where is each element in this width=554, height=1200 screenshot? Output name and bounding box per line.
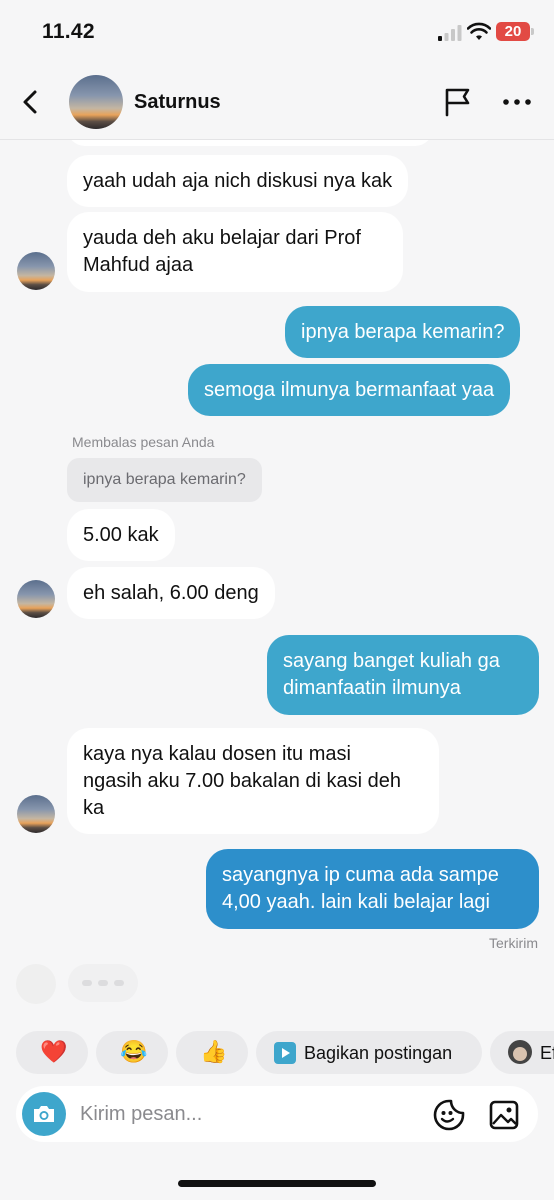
message-text: eh salah, 6.00 deng xyxy=(83,582,259,604)
back-arrow-icon[interactable] xyxy=(14,84,46,120)
contact-avatar-small[interactable] xyxy=(17,795,55,833)
message-incoming[interactable]: eh salah, 6.00 deng xyxy=(67,567,275,619)
message-status: Terkirim xyxy=(489,935,538,951)
heart-icon: ❤️ xyxy=(40,1039,68,1064)
battery-indicator: 20 xyxy=(496,22,530,41)
flag-icon[interactable] xyxy=(442,86,474,118)
message-outgoing[interactable]: ipnya berapa kemarin? xyxy=(285,306,521,358)
quick-reactions-bar[interactable]: ❤️ 😂 👍 Bagikan postingan Ef xyxy=(0,1030,554,1076)
message-text: kaya nya kalau dosen itu masi xyxy=(83,743,351,765)
message-text: ipnya berapa kemarin? xyxy=(301,321,505,343)
chat-header: Saturnus xyxy=(0,64,554,140)
gallery-icon[interactable] xyxy=(488,1099,520,1131)
share-post-button[interactable]: Bagikan postingan xyxy=(256,1031,482,1074)
contact-avatar-small[interactable] xyxy=(17,580,55,618)
message-composer xyxy=(16,1086,538,1142)
message-incoming[interactable]: kaya nya kalau dosen itu masi ngasih aku… xyxy=(67,728,439,834)
effects-label: Ef xyxy=(540,1043,554,1063)
reaction-heart-button[interactable]: ❤️ xyxy=(16,1031,88,1074)
play-icon xyxy=(274,1042,296,1064)
message-text: 5.00 kak xyxy=(83,524,159,546)
message-text: yaah udah aja nich diskusi nya kak xyxy=(83,170,393,192)
reply-label: Membalas pesan Anda xyxy=(72,434,215,450)
typing-indicator xyxy=(68,964,138,1002)
sticker-icon[interactable] xyxy=(432,1098,466,1132)
reply-quote[interactable]: ipnya berapa kemarin? xyxy=(67,458,262,502)
contact-name[interactable]: Saturnus xyxy=(134,91,221,114)
reaction-laugh-button[interactable]: 😂 xyxy=(96,1031,168,1074)
thumbs-up-icon: 👍 xyxy=(200,1039,228,1064)
effects-button[interactable]: Ef xyxy=(490,1031,554,1074)
message-incoming[interactable]: yauda deh aku belajar dari Prof Mahfud a… xyxy=(67,212,403,292)
message-incoming[interactable]: yaah udah aja nich diskusi nya kak xyxy=(67,155,409,207)
message-incoming[interactable]: 5.00 kak xyxy=(67,509,175,561)
share-post-label: Bagikan postingan xyxy=(304,1043,453,1063)
message-text: semoga ilmunya bermanfaat yaa xyxy=(204,379,495,401)
wifi-icon xyxy=(467,22,491,40)
message-text: sayang banget kuliah ga xyxy=(283,650,500,672)
contact-avatar-small[interactable] xyxy=(17,252,55,290)
status-bar: 11.42 20 xyxy=(0,0,554,64)
camera-button[interactable] xyxy=(22,1092,66,1136)
message-outgoing[interactable]: sayang banget kuliah ga dimanfaatin ilmu… xyxy=(267,635,539,715)
message-outgoing[interactable]: semoga ilmunya bermanfaat yaa xyxy=(188,364,511,416)
reaction-thumbs-up-button[interactable]: 👍 xyxy=(176,1031,248,1074)
message-text: yauda deh aku belajar dari Prof xyxy=(83,227,361,249)
more-options-icon[interactable] xyxy=(500,88,534,116)
home-indicator xyxy=(178,1180,376,1187)
message-outgoing[interactable]: sayangnya ip cuma ada sampe 4,00 yaah. l… xyxy=(206,849,539,929)
laughing-face-icon: 😂 xyxy=(120,1039,148,1064)
message-text: dimanfaatin ilmunya xyxy=(283,677,461,699)
contact-avatar[interactable] xyxy=(69,75,123,129)
message-input[interactable] xyxy=(80,1100,410,1128)
message-bubble-cutoff xyxy=(67,140,433,146)
message-text: 4,00 yaah. lain kali belajar lagi xyxy=(222,891,490,913)
message-text: Mahfud ajaa xyxy=(83,254,194,276)
message-text: ngasih aku 7.00 bakalan di kasi deh xyxy=(83,770,402,792)
cellular-signal-icon xyxy=(438,25,462,41)
battery-tip xyxy=(531,28,534,35)
message-text: ka xyxy=(83,797,105,819)
status-time: 11.42 xyxy=(42,20,95,43)
message-text: sayangnya ip cuma ada sampe xyxy=(222,864,499,886)
typing-avatar xyxy=(16,964,56,1004)
effect-avatar-icon xyxy=(508,1040,532,1064)
camera-icon xyxy=(34,1106,54,1122)
message-list[interactable]: yaah udah aja nich diskusi nya kak yauda… xyxy=(0,140,554,1025)
